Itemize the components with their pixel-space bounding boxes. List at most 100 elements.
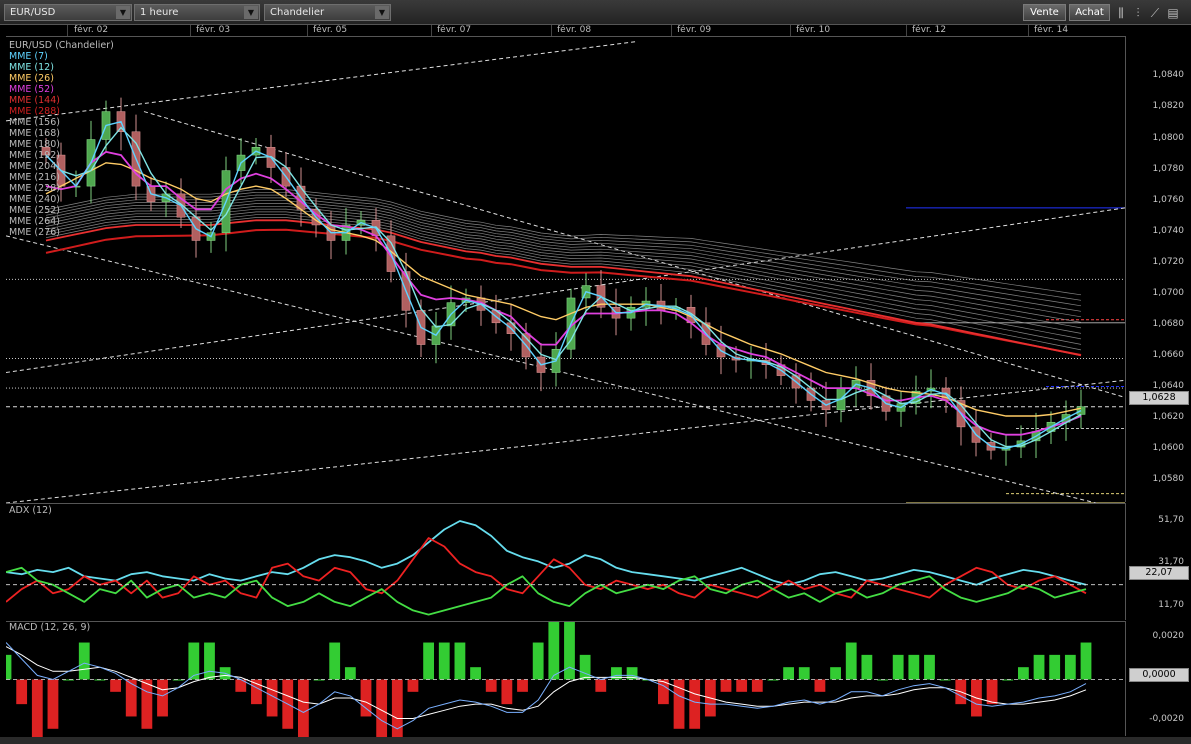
macd-histogram-bar (438, 642, 450, 680)
legend-entry[interactable]: MME (252) (9, 205, 114, 216)
legend-entry[interactable]: MME (204) (9, 161, 114, 172)
adx-title: ADX (12) (9, 505, 52, 516)
legend-entry[interactable]: MME (144) (9, 95, 114, 106)
macd-histogram-bar (16, 679, 28, 705)
legend-entry[interactable]: MME (276) (9, 227, 114, 238)
macd-chart-canvas[interactable] (6, 622, 1125, 737)
time-separator (67, 25, 68, 36)
macd-histogram-bar (407, 679, 419, 692)
price-axis[interactable]: 1,0628 1,0840 1,0820 1,0800 1,0780 1,0760 1,0… (1125, 36, 1191, 502)
toolbar: EUR/USD ▼ 1 heure ▼ Chandelier ▼ Vente A… (0, 0, 1191, 25)
sell-button[interactable]: Vente (1023, 4, 1066, 21)
symbol-select[interactable]: EUR/USD ▼ (4, 4, 132, 21)
macd-histogram-bar (783, 667, 795, 680)
macd-histogram-bar (329, 642, 341, 680)
time-label: févr. 10 (796, 25, 831, 35)
macd-histogram-bar (344, 667, 356, 680)
legend-entry[interactable]: MME (240) (9, 194, 114, 205)
price-tick-label: 1,0800 (1152, 132, 1185, 143)
legend-entry[interactable]: MME (7) (9, 51, 114, 62)
macd-histogram-bar (141, 679, 153, 729)
macd-histogram-bar (423, 642, 435, 680)
time-label: févr. 12 (912, 25, 947, 35)
macd-histogram-bar (564, 622, 575, 680)
macd-histogram-bar (470, 667, 481, 680)
macd-histogram-bar (517, 679, 528, 692)
macd-title: MACD (12, 26, 9) (9, 622, 91, 633)
chart-settings-icon[interactable]: ▤ (1166, 6, 1180, 20)
price-tick-label: 1,0720 (1152, 256, 1185, 267)
chart-style-value: Chandelier (270, 7, 325, 18)
macd-histogram-bar (814, 679, 826, 692)
macd-axis[interactable]: 0,0000 0,0020 -0,0020 (1125, 621, 1191, 736)
price-chart-panel[interactable] (6, 36, 1125, 503)
adx-tick-label: 11,70 (1158, 599, 1184, 610)
legend-entry[interactable]: MME (168) (9, 128, 114, 139)
bottom-scrollbar[interactable] (0, 737, 1191, 744)
price-tick-label: 1,0760 (1152, 194, 1185, 205)
time-label: févr. 14 (1034, 25, 1069, 35)
time-separator (431, 25, 432, 36)
macd-histogram-bar (501, 679, 513, 705)
ema-ribbon-line (45, 200, 1082, 318)
chevron-down-icon[interactable]: ▼ (375, 6, 389, 19)
price-chart-canvas[interactable] (6, 37, 1125, 503)
legend-entry[interactable]: MME (26) (9, 73, 114, 84)
legend-entry[interactable]: MME (12) (9, 62, 114, 73)
price-tick-label: 1,0820 (1152, 101, 1185, 112)
legend-entry[interactable]: MME (52) (9, 84, 114, 95)
indicators-icon[interactable]: ⫶ (1131, 6, 1145, 20)
macd-histogram-bar (548, 622, 560, 680)
price-tick-label: 1,0620 (1152, 412, 1185, 423)
adx-axis[interactable]: 22,07 51,70 31,70 11,70 (1125, 503, 1191, 620)
adx-panel[interactable] (6, 503, 1125, 621)
price-tick-label: 1,0700 (1152, 287, 1185, 298)
macd-histogram-bar (1049, 654, 1061, 680)
macd-histogram-bar (1017, 667, 1029, 680)
adx-chart-canvas[interactable] (6, 504, 1125, 621)
chevron-down-icon[interactable]: ▼ (244, 6, 258, 19)
macd-histogram-bar (1080, 642, 1092, 680)
legend-entry[interactable]: MME (264) (9, 216, 114, 227)
price-tick-label: 1,0780 (1152, 163, 1185, 174)
macd-histogram-bar (986, 679, 998, 705)
macd-histogram-bar (845, 642, 857, 680)
macd-histogram-bar (1033, 654, 1045, 680)
chart-title: EUR/USD (Chandelier) (9, 40, 114, 51)
macd-panel[interactable] (6, 621, 1125, 737)
macd-line (6, 642, 1087, 730)
macd-histogram-bar (454, 642, 466, 680)
macd-histogram-bar (720, 679, 732, 692)
time-axis: févr. 02 févr. 03 févr. 05 févr. 07 févr… (0, 25, 1125, 36)
macd-histogram-bar (78, 642, 90, 680)
ema-ribbon-line (45, 217, 1082, 351)
chart-style-select[interactable]: Chandelier ▼ (264, 4, 391, 21)
legend-entry[interactable]: MME (228) (9, 183, 114, 194)
price-tick-label: 1,0680 (1152, 318, 1185, 329)
macd-histogram-bar (532, 642, 544, 680)
legend-entry[interactable]: MME (288) (9, 106, 114, 117)
buy-button[interactable]: Achat (1069, 4, 1110, 21)
indicator-legend: EUR/USD (Chandelier) MME (7) MME (12) MME … (9, 40, 114, 238)
time-separator (551, 25, 552, 36)
chevron-down-icon[interactable]: ▼ (116, 6, 130, 19)
bar-chart-icon[interactable]: ⫼ (1114, 6, 1128, 20)
symbol-value: EUR/USD (10, 7, 56, 18)
macd-histogram-bar (6, 654, 12, 680)
time-label: févr. 07 (437, 25, 472, 35)
price-tick-label: 1,0600 (1152, 443, 1185, 454)
macd-histogram-bar (204, 642, 215, 680)
time-separator (190, 25, 191, 36)
macd-histogram-bar (595, 679, 607, 692)
legend-entry[interactable]: MME (156) (9, 117, 114, 128)
legend-entry[interactable]: MME (192) (9, 150, 114, 161)
legend-entry[interactable]: MME (180) (9, 139, 114, 150)
drawing-tools-icon[interactable]: ⟋ (1148, 6, 1162, 20)
macd-histogram-bar (798, 667, 810, 680)
price-tick-label: 1,0740 (1152, 225, 1185, 236)
interval-value: 1 heure (140, 7, 179, 18)
adx-current-tag: 22,07 (1129, 566, 1189, 580)
interval-select[interactable]: 1 heure ▼ (134, 4, 260, 21)
legend-entry[interactable]: MME (216) (9, 172, 114, 183)
macd-histogram-bar (673, 679, 685, 729)
